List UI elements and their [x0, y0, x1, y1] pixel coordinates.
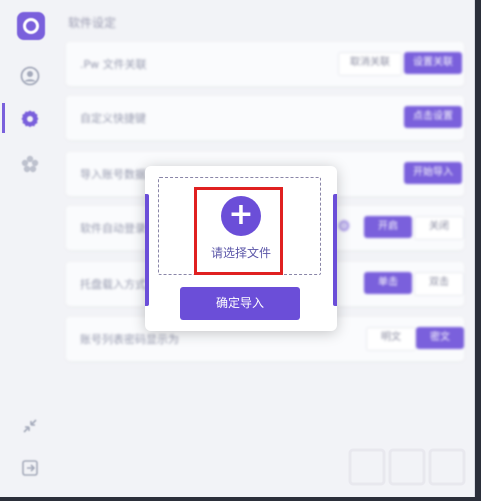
dialog-accent-left [145, 194, 149, 306]
choose-file-label[interactable]: 请选择文件 [204, 244, 278, 261]
confirm-import-button[interactable]: 确定导入 [180, 287, 300, 320]
watermark-logo [348, 448, 466, 486]
dialog-accent-right [333, 194, 337, 306]
add-file-plus-icon[interactable]: + [221, 196, 261, 236]
